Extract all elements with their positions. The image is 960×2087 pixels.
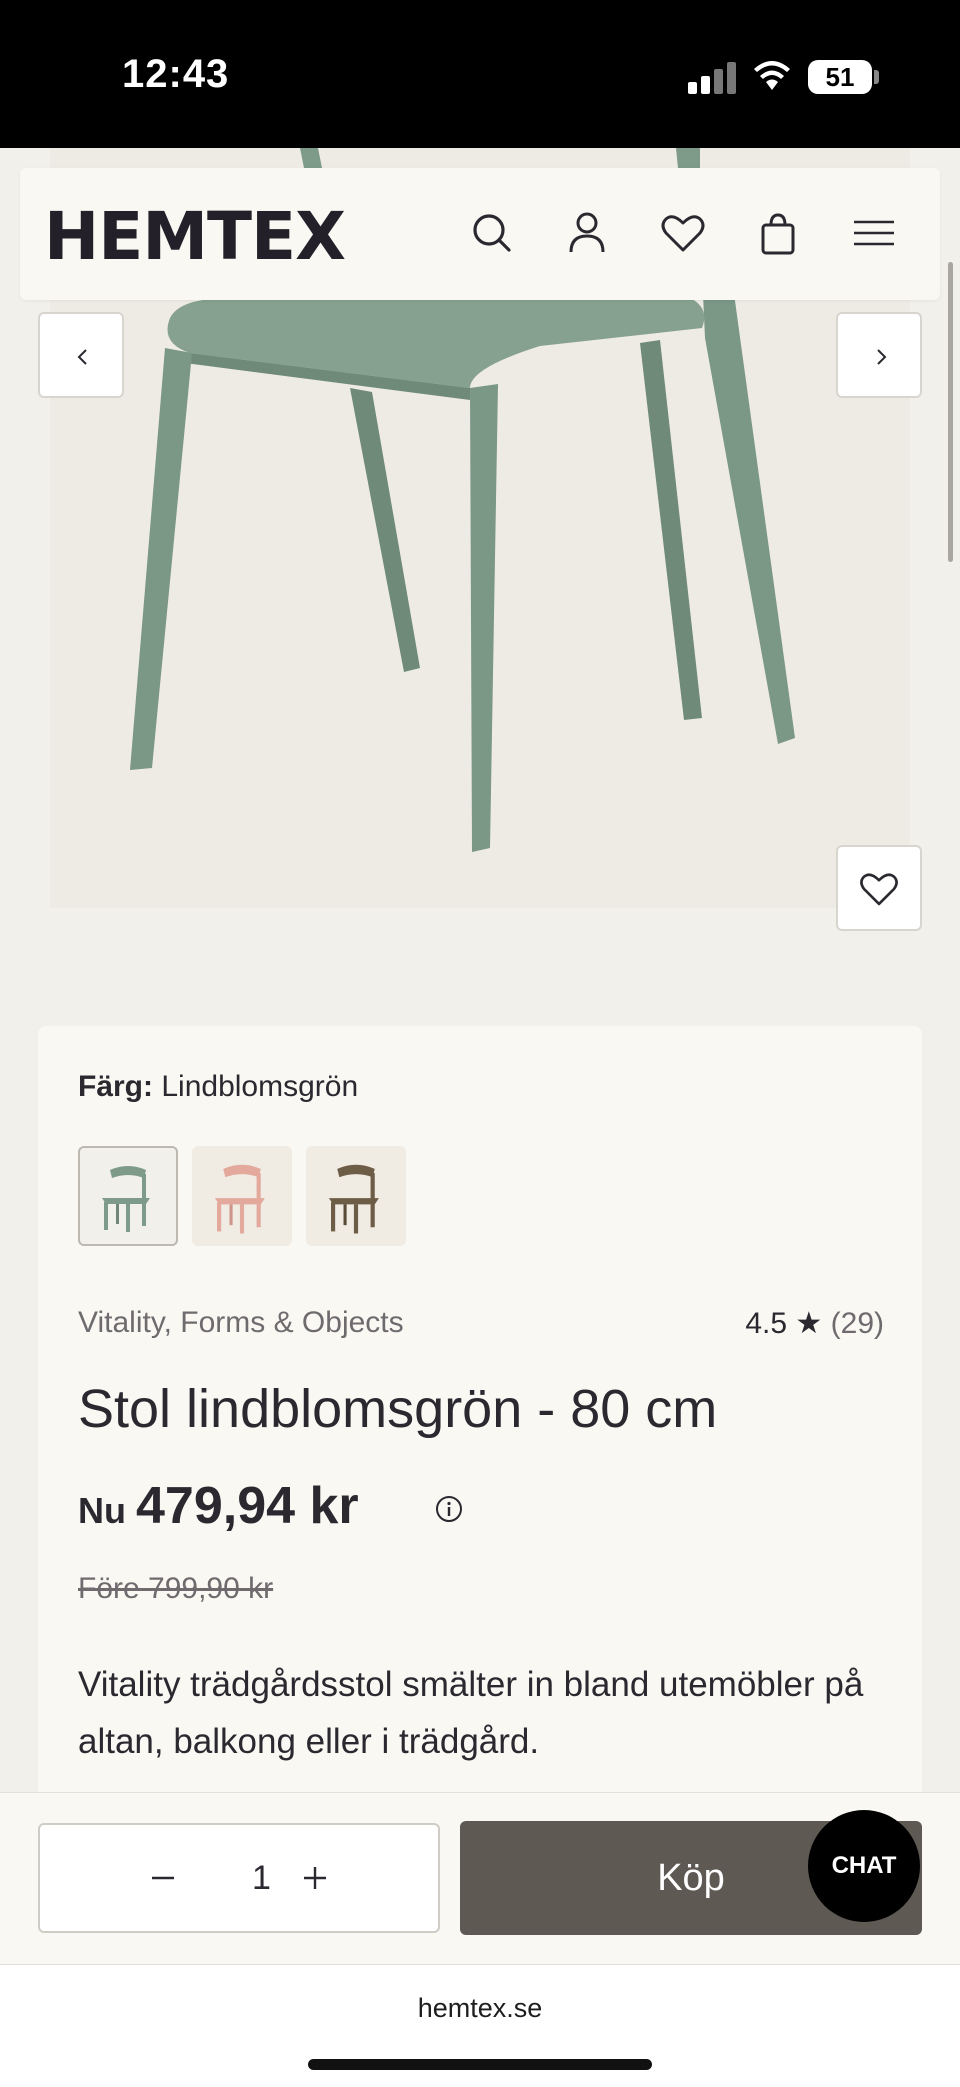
favorite-button[interactable] <box>836 845 922 931</box>
color-label-key: Färg: <box>78 1070 153 1103</box>
minus-icon[interactable] <box>140 1855 186 1901</box>
status-bar: 12:43 51 <box>0 0 960 148</box>
color-value: Lindblomsgrön <box>161 1070 359 1103</box>
rating-count: (29) <box>830 1307 884 1340</box>
chair-thumbnail <box>328 1164 379 1234</box>
battery-indicator: 51 <box>808 60 872 94</box>
swatch-brown[interactable] <box>306 1146 406 1246</box>
price-prefix: Nu <box>78 1490 126 1531</box>
quantity-stepper: 1 <box>38 1823 440 1933</box>
color-label: Färg: Lindblomsgrön <box>78 1070 358 1104</box>
original-price: Före 799,90 kr <box>78 1572 274 1605</box>
chevron-right-icon <box>877 349 887 365</box>
home-indicator[interactable] <box>308 2059 652 2070</box>
scrollbar[interactable] <box>948 262 953 562</box>
browser-url-bar: hemtex.se <box>0 1964 960 2087</box>
gallery-prev-button[interactable] <box>38 312 124 398</box>
quantity-value[interactable]: 1 <box>252 1859 271 1898</box>
chevron-left-icon <box>77 349 87 365</box>
search-icon[interactable] <box>467 208 517 258</box>
gallery-next-button[interactable] <box>836 312 922 398</box>
battery-nub <box>874 70 879 84</box>
rating[interactable]: 4.5 ★ (29) <box>745 1306 884 1341</box>
wishlist-icon[interactable] <box>658 208 708 258</box>
wifi-icon <box>754 61 790 90</box>
product-description: Vitality trädgårdsstol smälter in bland … <box>78 1665 864 1761</box>
account-icon[interactable] <box>562 208 612 258</box>
swatch-green[interactable] <box>78 1146 178 1246</box>
price-amount: 479,94 kr <box>136 1477 359 1535</box>
rating-value: 4.5 ★ <box>745 1307 823 1340</box>
brand-link[interactable]: Vitality, Forms & Objects <box>78 1306 404 1340</box>
signal-icon <box>688 62 736 94</box>
product-title: Stol lindblomsgrön - 80 cm <box>78 1379 718 1439</box>
product-details: Färg: Lindblomsgrön Vitality, Forms & Ob… <box>38 1026 922 1826</box>
plus-icon[interactable] <box>292 1855 338 1901</box>
chat-button[interactable]: CHAT <box>808 1810 920 1922</box>
info-icon[interactable] <box>434 1494 464 1524</box>
site-header: HEMTEX <box>20 168 940 300</box>
logo[interactable]: HEMTEX <box>44 198 346 275</box>
url-text[interactable]: hemtex.se <box>0 1993 960 2024</box>
status-time: 12:43 <box>122 52 230 96</box>
heart-icon <box>860 873 898 906</box>
price: Nu 479,94 kr <box>78 1476 359 1536</box>
menu-icon[interactable] <box>848 208 898 258</box>
chair-thumbnail <box>214 1164 265 1234</box>
swatch-pink[interactable] <box>192 1146 292 1246</box>
chair-thumbnail <box>102 1166 150 1232</box>
cart-icon[interactable] <box>753 208 803 258</box>
